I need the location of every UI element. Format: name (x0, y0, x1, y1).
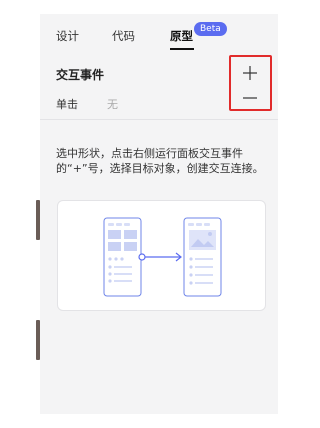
tab-code[interactable]: 代码 (112, 28, 135, 44)
beta-badge: Beta (194, 22, 227, 36)
tab-prototype[interactable]: 原型 (170, 28, 193, 44)
minus-icon[interactable] (241, 89, 259, 107)
event-target-value[interactable]: 无 (107, 96, 118, 112)
event-actions-highlight (229, 55, 272, 111)
section-divider (40, 119, 278, 120)
active-tab-indicator (170, 48, 194, 50)
properties-panel: 设计 代码 原型 Beta 交互事件 单击 无 选中形状，点击右侧运行面板交互事… (40, 14, 278, 414)
canvas-area (0, 0, 40, 428)
tab-design[interactable]: 设计 (56, 28, 79, 44)
event-trigger-label: 单击 (56, 98, 78, 111)
illustration-graphic (103, 217, 222, 297)
panel-tabs: 设计 代码 原型 Beta (40, 14, 278, 52)
plus-icon[interactable] (241, 64, 259, 82)
help-text: 选中形状，点击右侧运行面板交互事件的“+”号，选择目标对象，创建交互连接。 (56, 147, 264, 175)
interaction-illustration (57, 200, 266, 311)
interaction-events-title: 交互事件 (56, 68, 105, 82)
